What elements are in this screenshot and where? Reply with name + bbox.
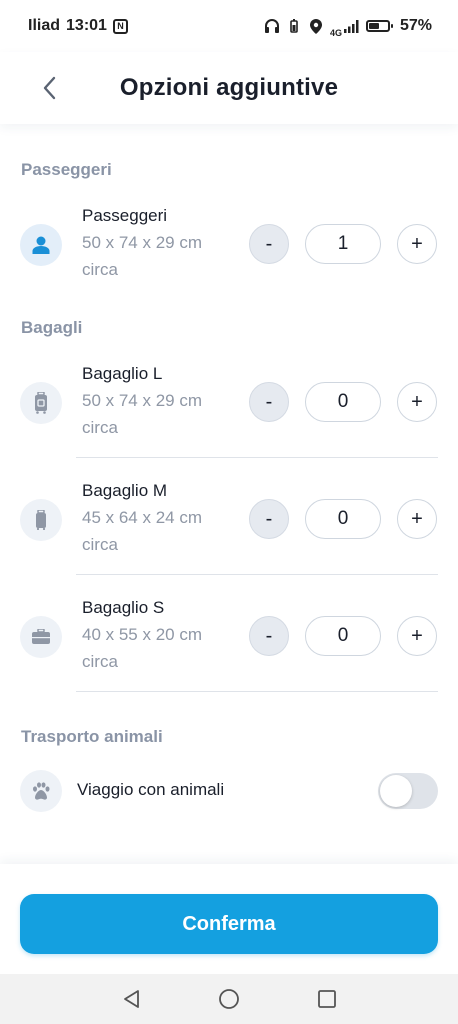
passengers-increment-button[interactable]: + — [397, 224, 437, 264]
luggage-s-decrement-button[interactable]: - — [249, 616, 289, 656]
luggage-row-m: Bagaglio M 45 x 64 x 24 cm circa - 0 + — [0, 477, 458, 577]
luggage-s-count: 0 — [305, 616, 381, 656]
item-name: Bagaglio S — [82, 598, 165, 617]
page-title: Opzioni aggiuntive — [119, 74, 339, 101]
status-left: Iliad 13:01 N — [28, 17, 128, 35]
location-icon — [308, 18, 324, 34]
item-note: circa — [82, 535, 118, 554]
luggage-l-text: Bagaglio L 50 x 74 x 29 cm circa — [82, 361, 202, 441]
triangle-back-icon — [124, 990, 139, 1008]
luggage-l-count: 0 — [305, 382, 381, 422]
item-note: circa — [82, 260, 118, 279]
luggage-row-l: Bagaglio L 50 x 74 x 29 cm circa - 0 + — [0, 360, 458, 460]
item-dimensions: 40 x 55 x 20 cm — [82, 625, 203, 644]
battery-percent: 57% — [399, 17, 432, 34]
bottom-bar: Conferma — [0, 864, 458, 974]
item-name: Passeggeri — [82, 206, 168, 225]
square-recents-icon — [318, 990, 336, 1008]
passengers-decrement-button[interactable]: - — [249, 224, 289, 264]
luggage-m-count: 0 — [305, 499, 381, 539]
nav-recents-button[interactable] — [316, 988, 338, 1010]
luggage-s-text: Bagaglio S 40 x 55 x 20 cm circa — [82, 595, 202, 675]
battery-saver-icon — [286, 18, 302, 34]
status-bar: Iliad 13:01 N 4G 57% — [0, 0, 458, 52]
section-title-passengers: Passeggeri — [21, 160, 112, 179]
headphones-icon — [264, 18, 280, 34]
confirm-button[interactable]: Conferma — [20, 894, 438, 954]
suitcase-large-icon — [20, 382, 62, 424]
toggle-knob — [380, 775, 412, 807]
item-dimensions: 45 x 64 x 24 cm — [82, 508, 203, 527]
item-note: circa — [82, 652, 118, 671]
divider — [76, 691, 438, 692]
app-header: Opzioni aggiuntive — [0, 52, 458, 124]
battery-level — [368, 23, 379, 29]
passengers-count: 1 — [305, 224, 381, 264]
system-nav-bar — [0, 974, 458, 1024]
section-title-pets: Trasporto animali — [21, 727, 163, 746]
luggage-m-increment-button[interactable]: + — [397, 499, 437, 539]
luggage-s-increment-button[interactable]: + — [397, 616, 437, 656]
paw-icon — [20, 770, 62, 812]
person-icon — [20, 224, 62, 266]
divider — [76, 574, 438, 575]
nav-back-button[interactable] — [120, 988, 142, 1010]
section-title-luggage: Bagagli — [21, 318, 83, 337]
pets-toggle[interactable] — [378, 773, 438, 809]
luggage-row-s: Bagaglio S 40 x 55 x 20 cm circa - 0 + — [0, 594, 458, 694]
divider — [76, 457, 438, 458]
item-dimensions: 50 x 74 x 29 cm — [82, 391, 203, 410]
item-note: circa — [82, 418, 118, 437]
carrier-label: Iliad — [28, 17, 61, 34]
passengers-row: Passeggeri 50 x 74 x 29 cm circa - 1 + — [0, 202, 458, 292]
nfc-icon: N — [112, 18, 128, 34]
item-name: Bagaglio M — [82, 481, 168, 500]
briefcase-icon — [20, 616, 62, 658]
pets-label: Viaggio con animali — [77, 780, 225, 799]
luggage-m-text: Bagaglio M 45 x 64 x 24 cm circa — [82, 478, 202, 558]
luggage-l-increment-button[interactable]: + — [397, 382, 437, 422]
clock: 13:01 — [66, 17, 107, 34]
battery-icon — [365, 20, 393, 32]
item-name: Bagaglio L — [82, 364, 163, 383]
pets-row: Viaggio con animali — [0, 768, 458, 814]
passengers-text: Passeggeri 50 x 74 x 29 cm circa — [82, 203, 202, 283]
luggage-m-decrement-button[interactable]: - — [249, 499, 289, 539]
luggage-l-decrement-button[interactable]: - — [249, 382, 289, 422]
network-type: 4G — [329, 27, 342, 38]
item-dimensions: 50 x 74 x 29 cm — [82, 233, 203, 252]
nav-home-button[interactable] — [218, 988, 240, 1010]
suitcase-medium-icon — [20, 499, 62, 541]
signal-icon — [343, 18, 360, 34]
circle-home-icon — [219, 989, 239, 1009]
status-right: 4G 57% — [264, 15, 432, 38]
